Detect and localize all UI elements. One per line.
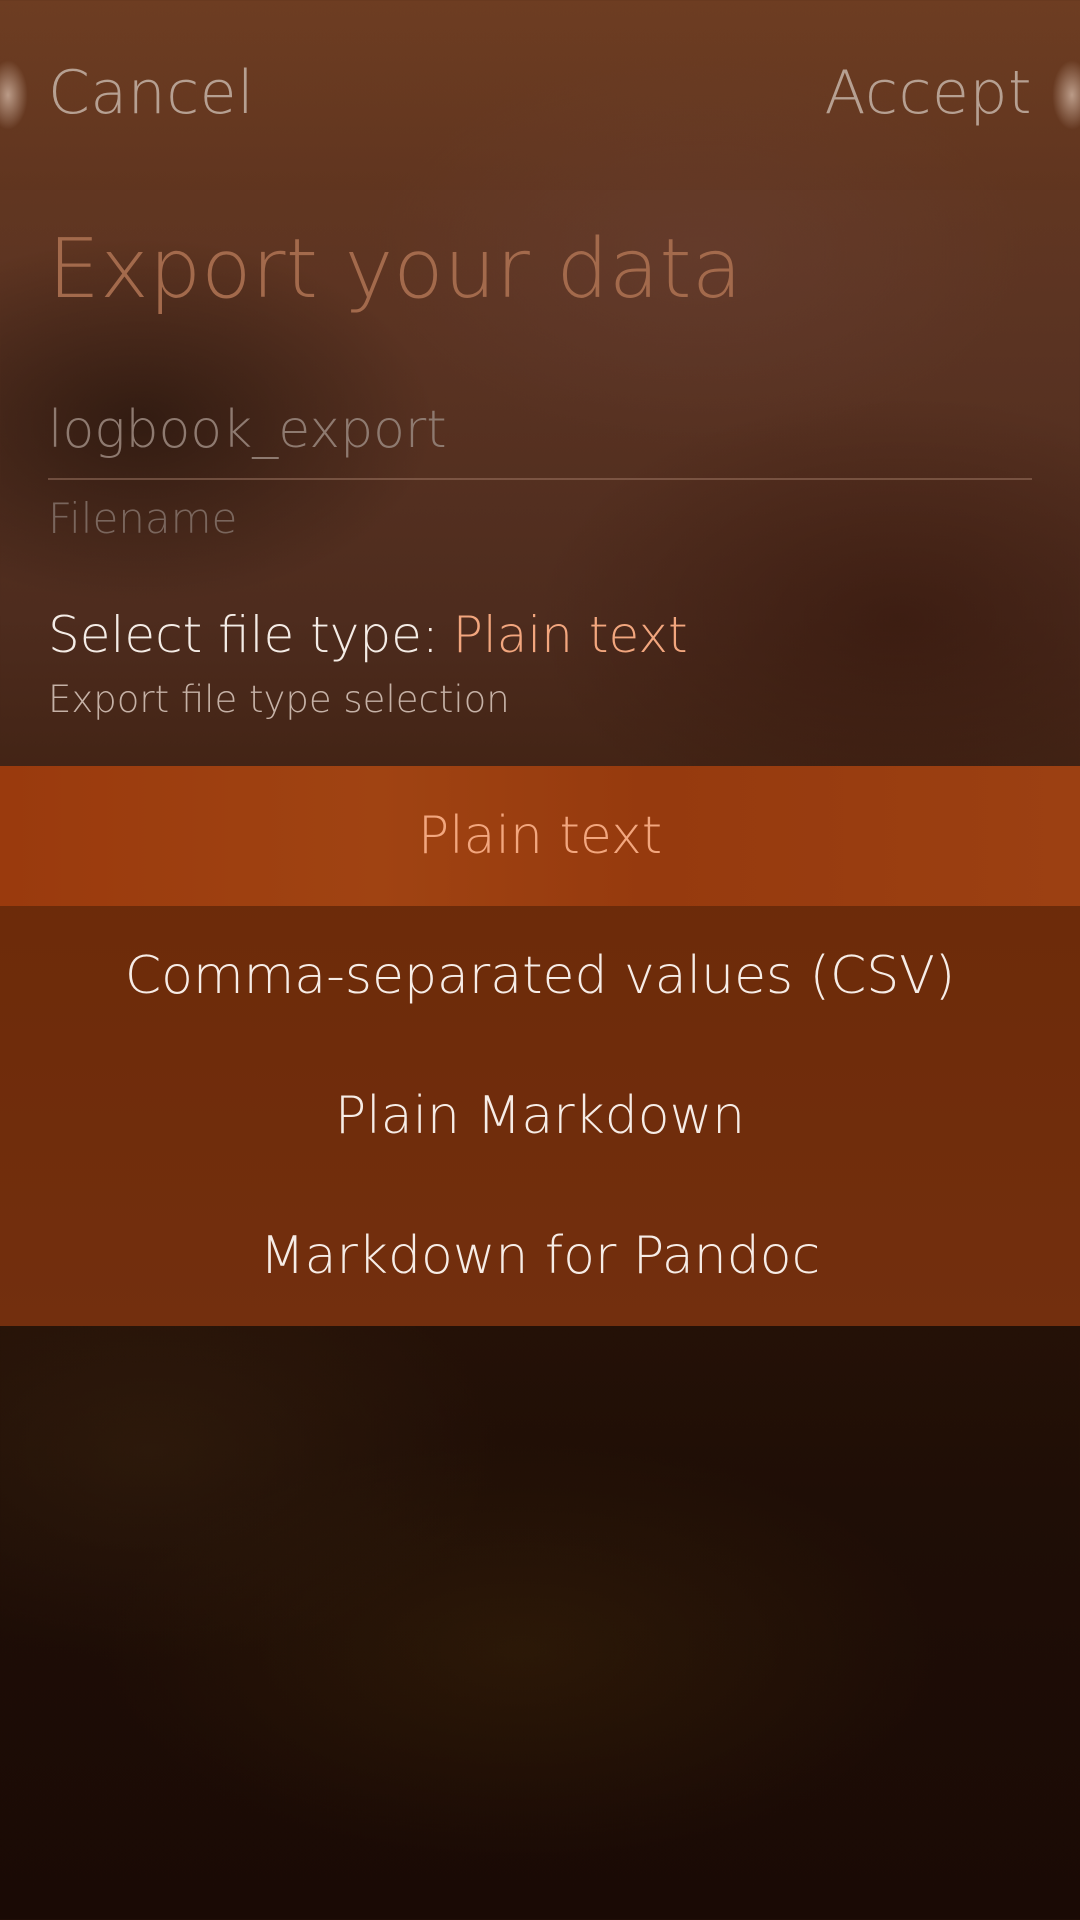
filename-label: Filename: [48, 494, 238, 543]
file-type-combobox[interactable]: Select file type: Plain text: [48, 606, 688, 664]
dialog-header: Cancel Accept: [0, 0, 1080, 190]
left-edge-glow: [0, 60, 28, 130]
page-title: Export your data: [48, 222, 743, 317]
file-type-menu: Plain text Comma-separated values (CSV) …: [0, 766, 1080, 1326]
file-type-selected-value: Plain text: [452, 606, 688, 664]
file-type-label: Select file type:: [48, 606, 439, 664]
filename-field[interactable]: logbook_export: [48, 400, 447, 460]
menu-item-plain-text[interactable]: Plain text: [0, 766, 1080, 906]
filename-underline: [48, 478, 1032, 480]
menu-item-markdown-pandoc[interactable]: Markdown for Pandoc: [0, 1186, 1080, 1326]
menu-item-csv[interactable]: Comma-separated values (CSV): [0, 906, 1080, 1046]
right-edge-glow: [1052, 60, 1080, 130]
accept-button[interactable]: Accept: [825, 58, 1033, 128]
file-type-description: Export file type selection: [48, 678, 510, 721]
menu-item-plain-markdown[interactable]: Plain Markdown: [0, 1046, 1080, 1186]
cancel-button[interactable]: Cancel: [48, 58, 254, 128]
